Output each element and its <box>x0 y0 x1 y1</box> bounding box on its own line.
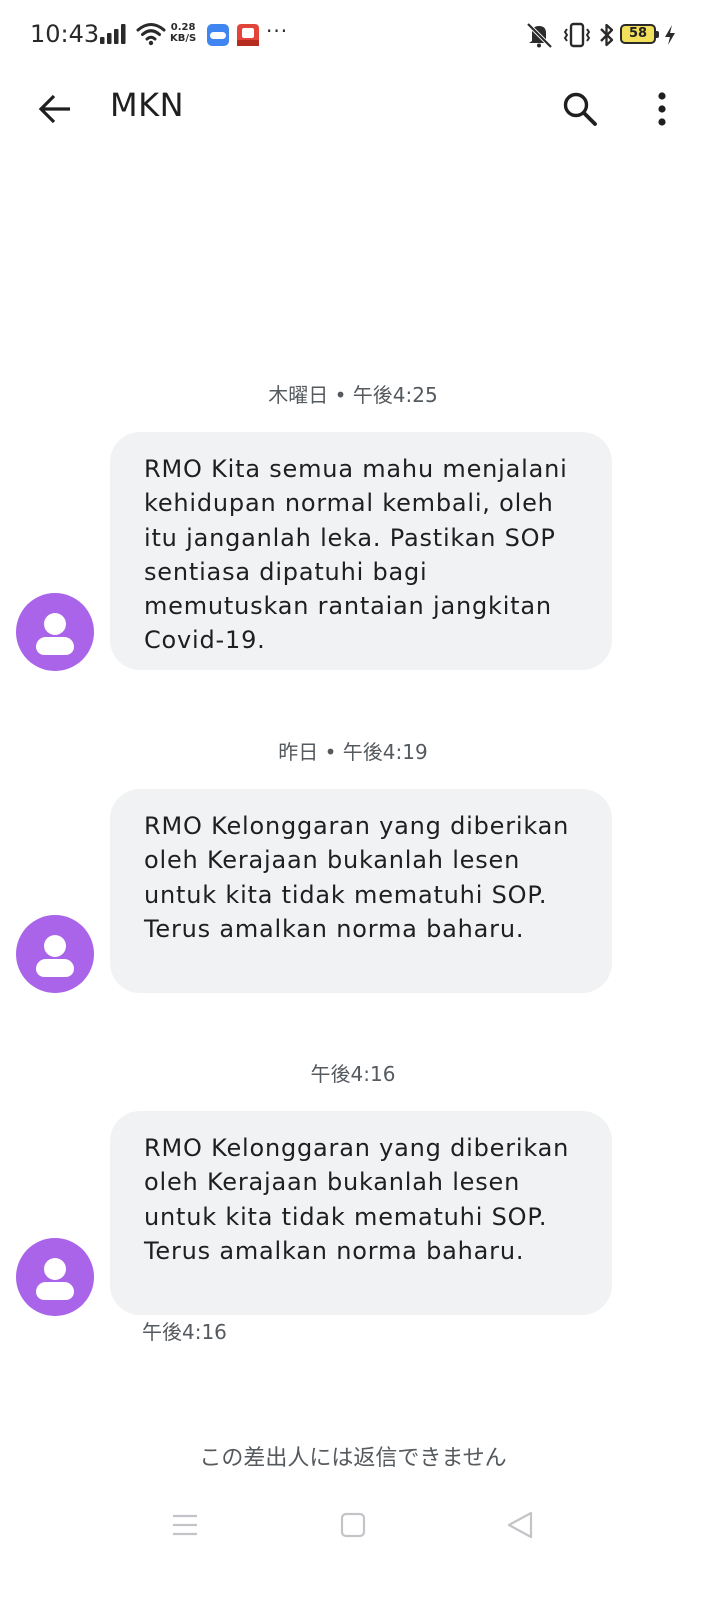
person-icon <box>44 1258 66 1280</box>
vibrate-icon <box>562 22 592 52</box>
avatar[interactable] <box>16 915 94 993</box>
speed-unit: KB/S <box>170 33 197 44</box>
more-notifications-icon: ··· <box>266 19 289 43</box>
timestamp: 午後4:16 <box>310 1062 396 1086</box>
search-icon <box>563 92 597 126</box>
recent-apps-icon[interactable] <box>172 1512 198 1538</box>
conversation-title: MKN <box>110 86 185 124</box>
bluetooth-icon <box>598 22 616 52</box>
cannot-reply-notice: この差出人には返信できません <box>199 1446 507 1471</box>
network-speed: 0.28 KB/S <box>170 22 196 44</box>
speed-value: 0.28 <box>170 22 196 33</box>
more-vert-icon <box>658 92 666 126</box>
home-icon[interactable] <box>340 1512 366 1538</box>
search-button[interactable] <box>555 84 605 134</box>
battery-level: 58 <box>628 26 648 41</box>
avatar[interactable] <box>16 593 94 671</box>
timestamp: 木曜日 • 午後4:25 <box>268 383 438 407</box>
app-icon <box>207 24 229 46</box>
message-text: RMO Kelonggaran yang diberikan oleh Kera… <box>144 1134 570 1265</box>
back-icon[interactable] <box>506 1510 534 1540</box>
shopping-app-icon <box>237 24 259 46</box>
mute-icon <box>524 22 554 52</box>
message-bubble[interactable]: RMO Kita semua mahu menjalani kehidupan … <box>110 432 612 670</box>
status-time: 10:43 <box>30 20 100 48</box>
signal-icon <box>100 24 128 48</box>
message-bubble[interactable]: RMO Kelonggaran yang diberikan oleh Kera… <box>110 1111 612 1315</box>
back-button[interactable] <box>30 84 80 134</box>
timestamp: 昨日 • 午後4:19 <box>278 740 428 764</box>
battery-icon: 58 <box>620 24 659 44</box>
charging-icon <box>663 24 677 50</box>
avatar[interactable] <box>16 1238 94 1316</box>
person-icon <box>44 613 66 635</box>
message-time: 午後4:16 <box>142 1320 227 1344</box>
back-arrow-icon <box>38 94 70 124</box>
message-bubble[interactable]: RMO Kelonggaran yang diberikan oleh Kera… <box>110 789 612 993</box>
person-icon <box>44 935 66 957</box>
message-text: RMO Kelonggaran yang diberikan oleh Kera… <box>144 812 570 943</box>
status-bar: 10:43 0.28 KB/S ··· 58 <box>0 0 720 72</box>
message-text: RMO Kita semua mahu menjalani kehidupan … <box>144 455 568 655</box>
wifi-icon <box>136 22 166 50</box>
more-options-button[interactable] <box>640 84 684 134</box>
